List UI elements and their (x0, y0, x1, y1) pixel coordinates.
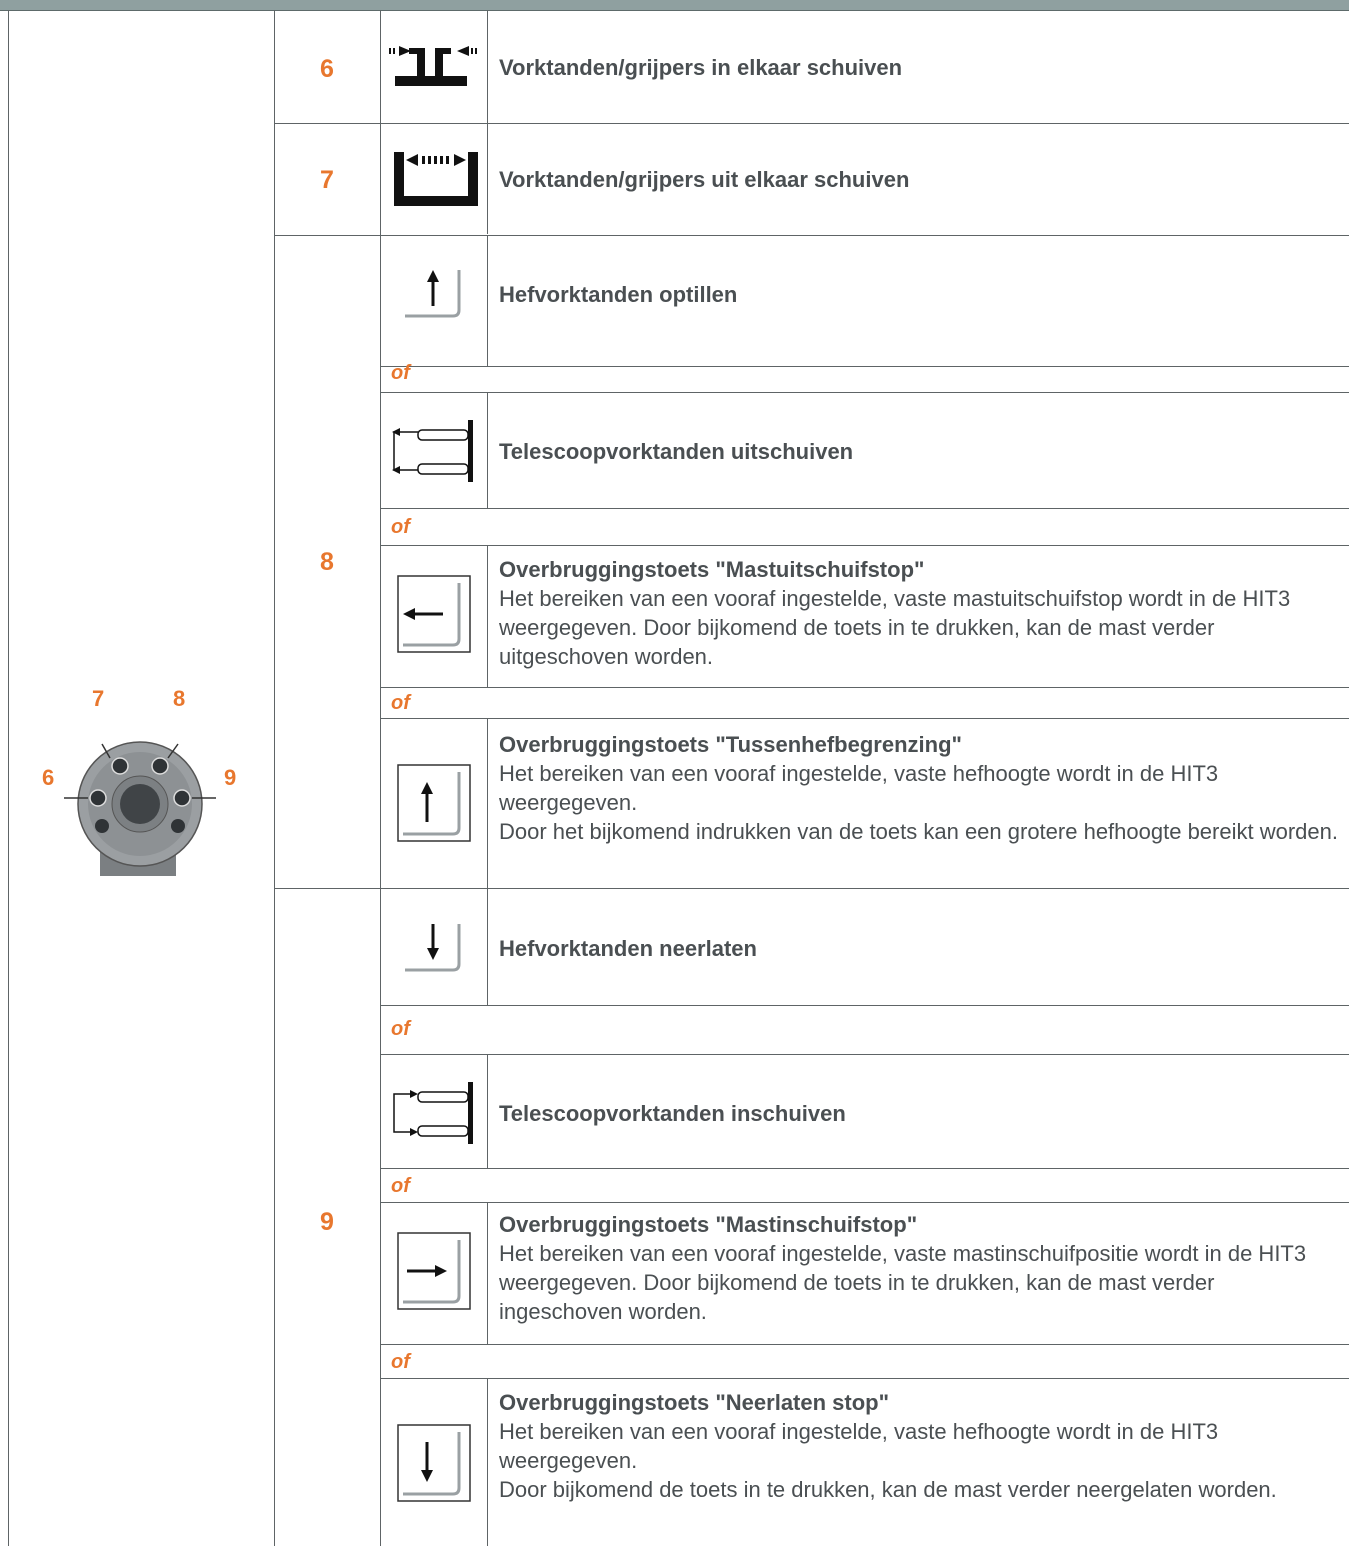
joystick-label-9: 9 (224, 765, 237, 790)
row-separator (380, 1378, 1349, 1379)
row-separator (380, 687, 1349, 688)
table-divider-icon (487, 1378, 488, 1546)
function-label-lift: Hefvorktanden optillen (499, 282, 738, 307)
table-divider-icon (487, 545, 488, 687)
row-separator (380, 508, 1349, 509)
row-separator (274, 235, 1349, 236)
or-separator: of (391, 362, 410, 384)
description-text: Het bereiken van een vooraf ingestelde, … (499, 1241, 1307, 1324)
fork-lower-icon (405, 924, 461, 972)
table-divider-icon (487, 889, 488, 1005)
section-header-bar (0, 0, 1349, 11)
table-divider-icon (487, 392, 488, 508)
description-bypass-lift: Overbruggingstoets "Tussenhefbegrenzing"… (499, 730, 1344, 846)
row-number-6: 6 (320, 55, 334, 83)
joystick-label-7: 7 (92, 686, 105, 711)
row-separator (380, 366, 1349, 367)
table-divider-number (380, 10, 381, 1546)
telescopic-forks-out-icon (392, 420, 473, 482)
description-text: Het bereiken van een vooraf ingestelde, … (499, 1419, 1219, 1473)
row-number-8: 8 (320, 548, 334, 576)
description-text: Door bijkomend de toets in te drukken, k… (499, 1477, 1277, 1502)
description-title: Overbruggingstoets "Neerlaten stop" (499, 1390, 890, 1415)
joystick-head-illustration (64, 741, 216, 876)
row-separator (380, 1168, 1349, 1169)
description-bypass-lowering: Overbruggingstoets "Neerlaten stop" Het … (499, 1388, 1344, 1504)
telescopic-forks-in-icon (393, 1082, 473, 1144)
description-bypass-mast-out: Overbruggingstoets "Mastuitschuifstop" H… (499, 555, 1344, 671)
row-number-7: 7 (320, 166, 334, 194)
bypass-intermediate-lift-icon (397, 764, 471, 842)
row-separator (380, 1202, 1349, 1203)
bypass-mast-out-stop-icon (397, 575, 471, 653)
forks-together-icon (389, 46, 477, 86)
forks-apart-icon (394, 152, 478, 206)
row-separator (380, 545, 1349, 546)
or-separator: of (391, 1351, 410, 1373)
description-bypass-mast-in: Overbruggingstoets "Mastinschuifstop" He… (499, 1210, 1344, 1326)
or-separator: of (391, 1175, 410, 1197)
description-title: Overbruggingstoets "Mastuitschuifstop" (499, 557, 925, 582)
or-separator: of (391, 692, 410, 714)
or-separator: of (391, 1018, 410, 1040)
table-divider-icon (487, 1202, 488, 1344)
row-separator (380, 392, 1349, 393)
table-divider-icon (487, 10, 488, 234)
description-title: Overbruggingstoets "Mastinschuifstop" (499, 1212, 918, 1237)
function-label-forks-apart: Vorktanden/grijpers uit elkaar schuiven (499, 167, 910, 192)
description-text: Het bereiken van een vooraf ingestelde, … (499, 586, 1291, 669)
row-separator (380, 1054, 1349, 1055)
row-separator (380, 1344, 1349, 1345)
table-border-left (8, 10, 9, 1546)
fork-lift-up-icon (405, 270, 461, 318)
table-divider-icon (487, 236, 488, 366)
row-separator (380, 1005, 1349, 1006)
table-divider-icon (487, 718, 488, 888)
function-label-lower: Hefvorktanden neerlaten (499, 936, 757, 961)
description-text: Het bereiken van een vooraf ingestelde, … (499, 761, 1219, 815)
row-separator (274, 888, 1349, 889)
bypass-mast-in-stop-icon (397, 1232, 471, 1310)
description-title: Overbruggingstoets "Tussenhefbegrenzing" (499, 732, 962, 757)
row-separator (380, 718, 1349, 719)
or-separator: of (391, 516, 410, 538)
function-label-forks-together: Vorktanden/grijpers in elkaar schuiven (499, 55, 903, 80)
table-divider-icon (487, 1054, 488, 1168)
bypass-lowering-stop-icon (397, 1424, 471, 1502)
table-divider-image (274, 10, 275, 1546)
joystick-label-8: 8 (173, 686, 186, 711)
function-label-tele-out: Telescoopvorktanden uitschuiven (499, 439, 854, 464)
joystick-label-6: 6 (42, 765, 55, 790)
function-label-tele-in: Telescoopvorktanden inschuiven (499, 1101, 846, 1126)
row-number-9: 9 (320, 1208, 334, 1236)
row-separator (274, 123, 1349, 124)
description-text: Door het bijkomend indrukken van de toet… (499, 819, 1338, 844)
